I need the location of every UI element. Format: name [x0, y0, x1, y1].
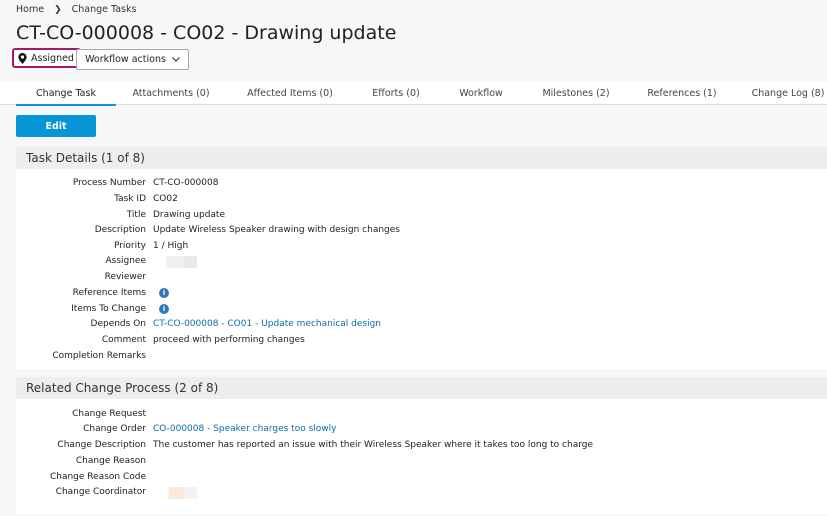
tab-efforts[interactable]: Efforts (0) [358, 82, 434, 104]
breadcrumb-current[interactable]: Change Tasks [72, 4, 137, 15]
edit-button[interactable]: Edit [16, 115, 96, 137]
tab-bar: Change Task Attachments (0) Affected Ite… [0, 82, 827, 106]
field-label: Change Coordinator [55, 487, 146, 497]
location-pin-icon [18, 52, 27, 64]
field-label: Process Number [72, 178, 146, 188]
info-icon[interactable]: i [159, 288, 169, 298]
tab-attachments[interactable]: Attachments (0) [124, 82, 218, 104]
tab-affected-items[interactable]: Affected Items (0) [236, 82, 344, 104]
field-value: The customer has reported an issue with … [153, 440, 593, 450]
status-badge-label: Assigned [31, 52, 74, 64]
field-value: 1 / High [153, 241, 189, 251]
field-label: Comment [101, 335, 146, 345]
field-label: Change Order [83, 424, 146, 434]
user-avatar[interactable] [153, 256, 197, 268]
field-label: Assignee [105, 256, 146, 266]
chevron-right-icon: ❯ [54, 4, 62, 15]
field-label: Change Request [72, 409, 146, 419]
field-value: Drawing update [153, 210, 225, 220]
field-value: proceed with performing changes [153, 335, 305, 345]
field-value: Update Wireless Speaker drawing with des… [153, 225, 400, 235]
field-label: Depends On [90, 319, 146, 329]
task-details-panel: Process Number CT-CO-000008 Task ID CO02… [16, 169, 827, 369]
related-process-panel: Change Request Change Order CO-000008 - … [16, 399, 827, 515]
tab-workflow[interactable]: Workflow [448, 82, 514, 104]
workflow-actions-button[interactable]: Workflow actions [76, 49, 189, 70]
field-value: CT-CO-000008 [153, 178, 219, 188]
related-process-header[interactable]: Related Change Process (2 of 8) [16, 377, 827, 399]
tab-change-log[interactable]: Change Log (8) [742, 82, 827, 104]
field-label: Completion Remarks [52, 351, 146, 361]
status-badge[interactable]: Assigned [12, 48, 81, 68]
tab-change-task[interactable]: Change Task [16, 82, 116, 106]
breadcrumb-home[interactable]: Home [16, 4, 44, 15]
field-label: Title [126, 210, 146, 220]
field-label: Change Description [57, 440, 146, 450]
field-label: Reference Items [72, 288, 146, 298]
user-avatar[interactable] [153, 487, 197, 499]
change-order-link[interactable]: CO-000008 - Speaker charges too slowly [153, 424, 336, 434]
field-label: Task ID [114, 194, 146, 204]
info-icon[interactable]: i [159, 304, 169, 314]
tab-references[interactable]: References (1) [636, 82, 728, 104]
field-value: CO02 [153, 194, 178, 204]
field-label: Change Reason [75, 456, 146, 466]
field-label: Priority [113, 241, 146, 251]
field-label: Description [94, 225, 146, 235]
breadcrumb: Home ❯ Change Tasks [16, 4, 136, 15]
task-details-header[interactable]: Task Details (1 of 8) [16, 147, 827, 169]
field-value [153, 256, 197, 268]
field-label: Items To Change [71, 304, 146, 314]
tab-milestones[interactable]: Milestones (2) [530, 82, 622, 104]
chevron-down-icon [171, 57, 180, 62]
page-title: CT-CO-000008 - CO02 - Drawing update [16, 22, 397, 44]
workflow-actions-label: Workflow actions [85, 54, 166, 65]
field-label: Change Reason Code [49, 472, 146, 482]
field-label: Reviewer [104, 272, 146, 282]
field-value [153, 487, 197, 499]
depends-on-link[interactable]: CT-CO-000008 - CO01 - Update mechanical … [153, 319, 381, 329]
